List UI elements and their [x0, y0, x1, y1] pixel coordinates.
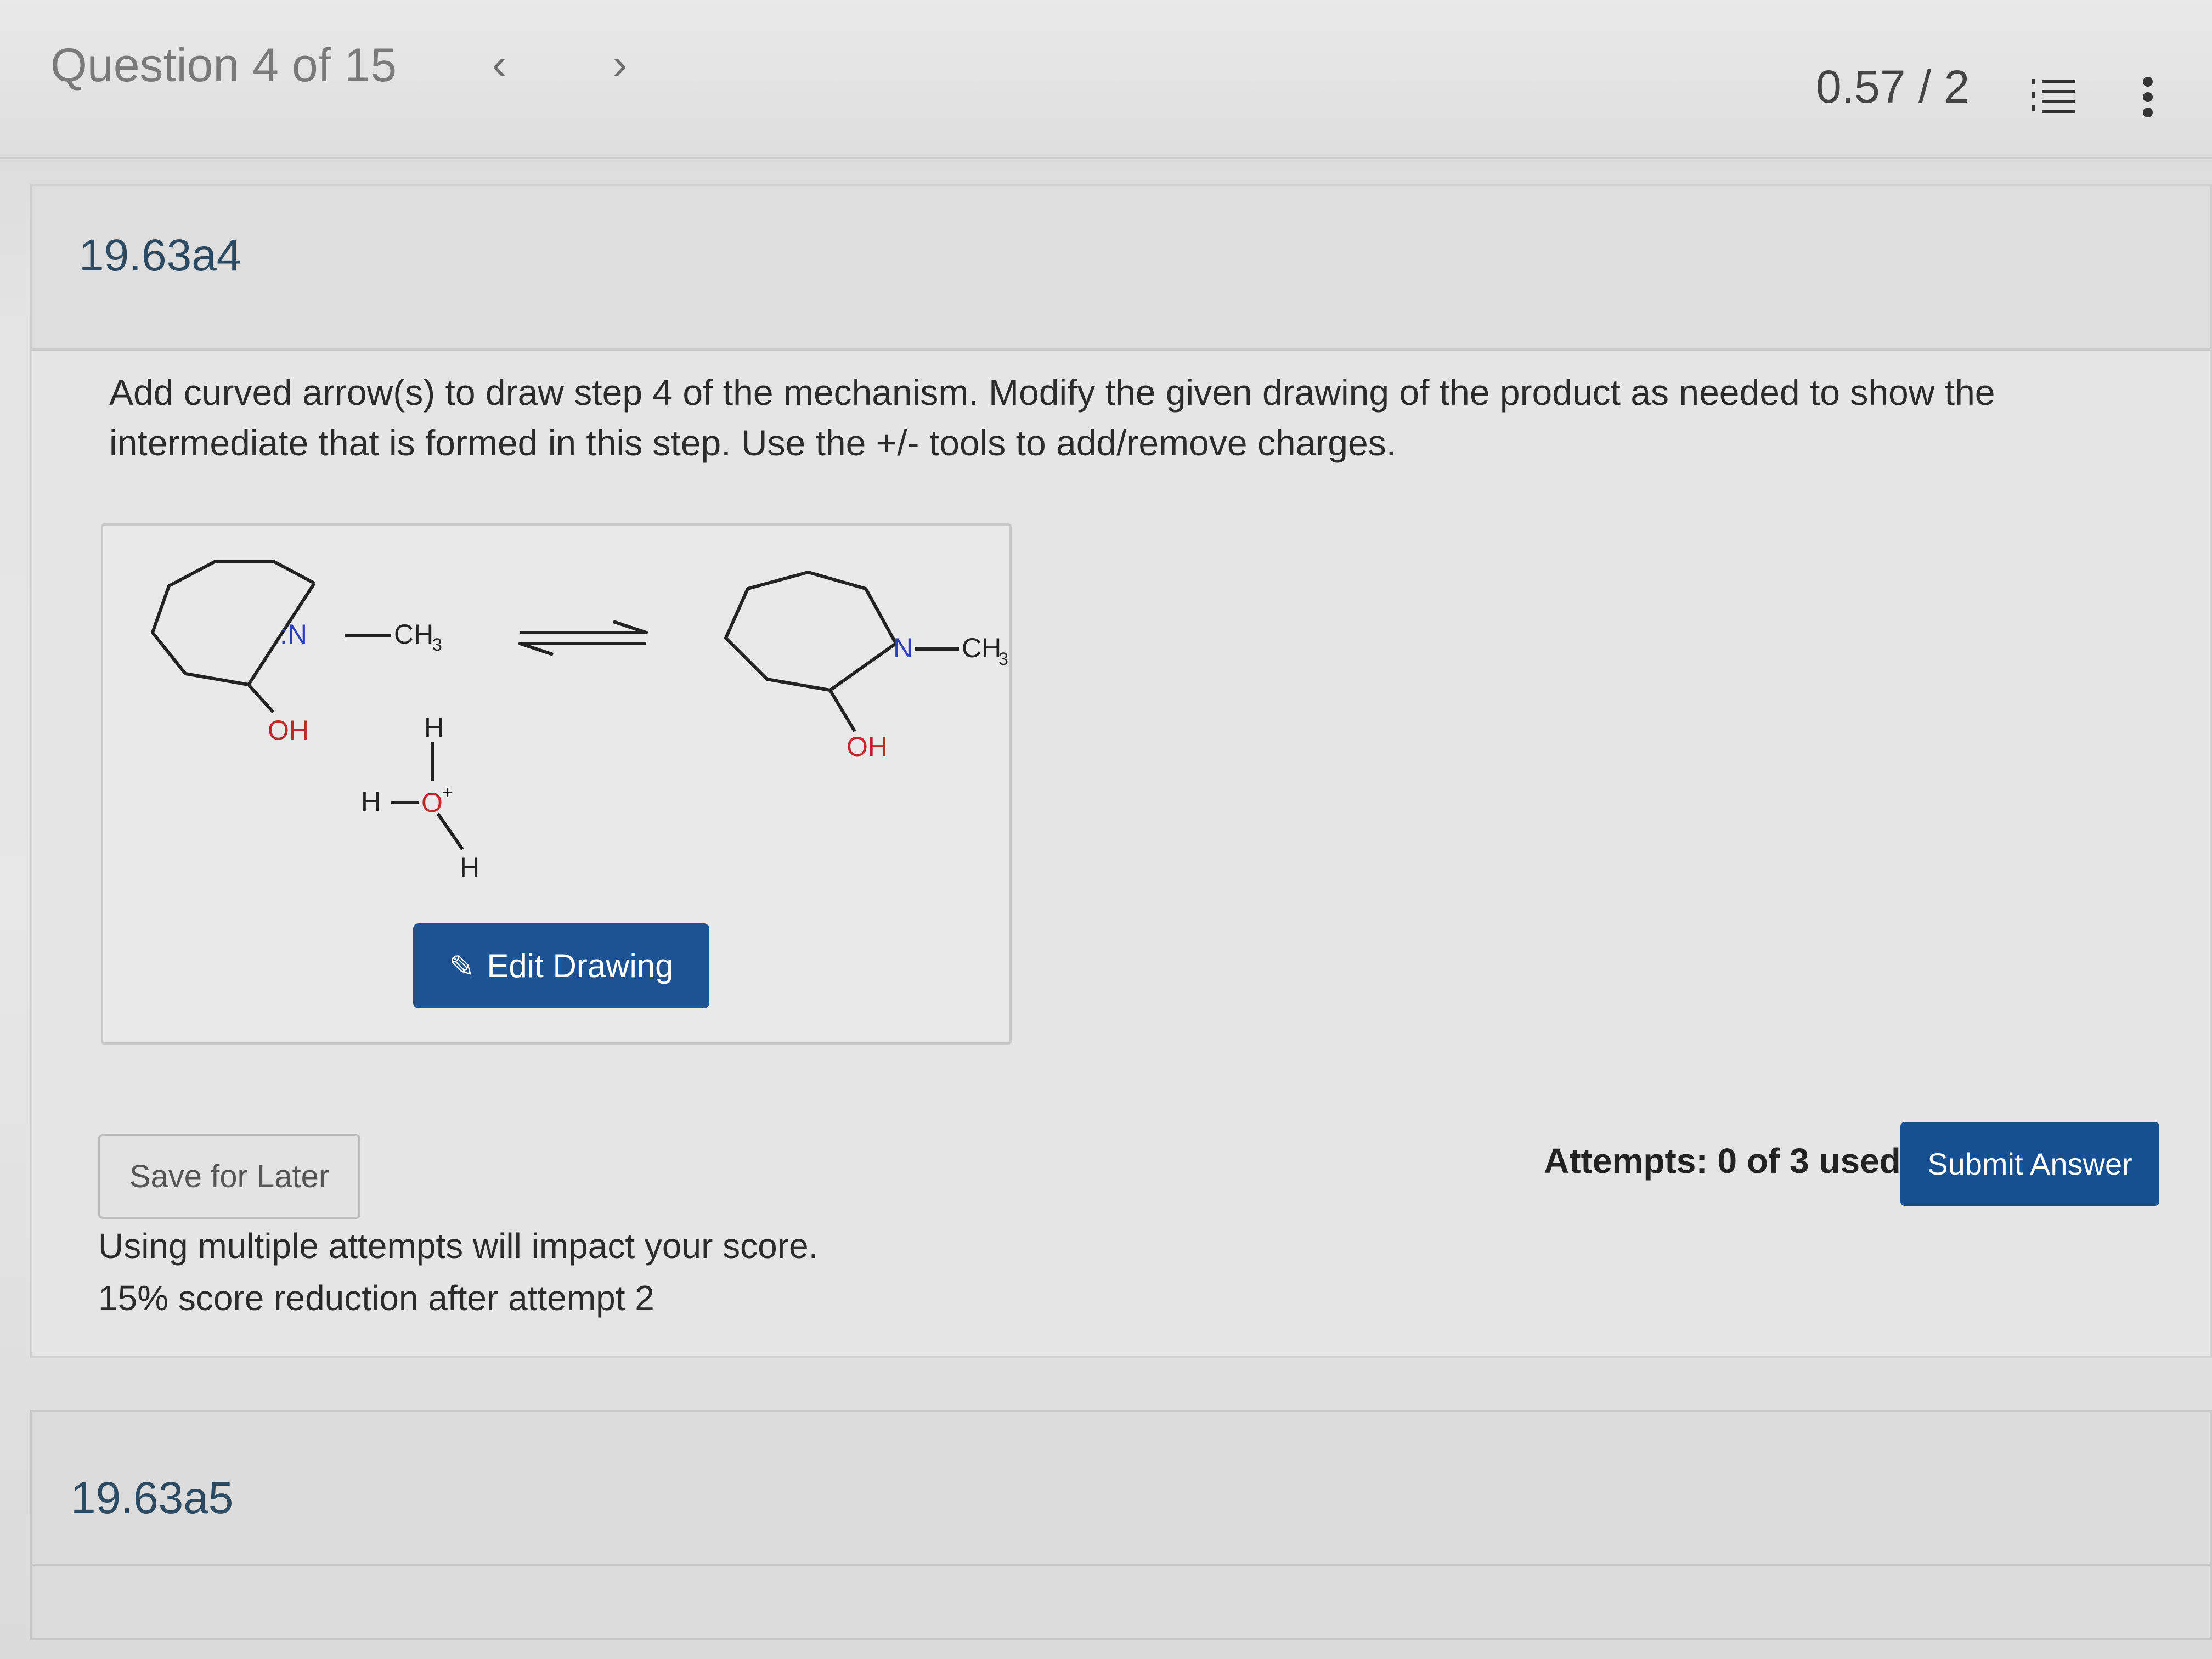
reactant-hydroxyl-label: OH: [268, 715, 309, 746]
numbered-list-icon[interactable]: [2030, 77, 2076, 115]
product-bond-c-oh: [828, 689, 856, 732]
next-question-id: 19.63a5: [71, 1473, 234, 1523]
previous-question-button[interactable]: ‹: [477, 40, 521, 89]
attempts-counter: Attempts: 0 of 3 used: [1544, 1141, 1901, 1181]
score-display: 0.57 / 2: [1816, 61, 1970, 112]
submit-answer-button[interactable]: Submit Answer: [1900, 1122, 2159, 1206]
score-reduction-note: 15% score reduction after attempt 2: [98, 1278, 654, 1318]
equilibrium-arrow-forward: [520, 620, 648, 634]
reactant-nitrogen-label: :N: [280, 619, 307, 650]
next-question-card: 19.63a5: [30, 1410, 2212, 1640]
next-question-button[interactable]: ›: [598, 40, 642, 89]
product-methyl-subscript: 3: [998, 649, 1008, 669]
edit-drawing-label: Edit Drawing: [487, 947, 674, 984]
next-question-header: 19.63a5: [32, 1412, 2210, 1566]
drawing-panel: :N CH 3 OH H H O + H N CH 3 OH ✎ Edit Dra…: [101, 523, 1012, 1045]
pencil-icon: ✎: [449, 949, 475, 984]
water-bond-bottom: [436, 812, 464, 850]
product-ring: [724, 571, 898, 692]
question-id: 19.63a4: [79, 230, 242, 280]
mechanism-drawing: :N CH 3 OH H H O + H N CH 3 OH: [151, 560, 1008, 882]
chevron-right-icon: ›: [612, 40, 628, 88]
more-vertical-icon[interactable]: [2137, 77, 2159, 126]
question-header: 19.63a4: [32, 186, 2210, 351]
attempt-warning: Using multiple attempts will impact your…: [98, 1226, 819, 1266]
water-h-left: H: [361, 786, 381, 817]
water-charge: +: [442, 782, 453, 803]
water-h-top: H: [424, 712, 444, 743]
edit-drawing-button[interactable]: ✎ Edit Drawing: [413, 923, 709, 1008]
save-for-later-button[interactable]: Save for Later: [98, 1134, 360, 1219]
product-methyl-label: CH: [962, 633, 1001, 663]
question-card: 19.63a4 Add curved arrow(s) to draw step…: [30, 184, 2212, 1358]
question-prompt: Add curved arrow(s) to draw step 4 of th…: [109, 372, 1995, 463]
water-oxygen: O: [421, 787, 443, 818]
chevron-left-icon: ‹: [492, 40, 507, 88]
question-progress: Question 4 of 15: [50, 39, 397, 92]
screen: Question 4 of 15 ‹ › 0.57 / 2 19.63a4 Ad…: [0, 0, 2212, 1659]
product-nitrogen-label: N: [893, 633, 913, 663]
reactant-methyl-label: CH: [394, 619, 433, 650]
water-h-bottom: H: [460, 852, 479, 882]
reactant-methyl-subscript: 3: [432, 635, 442, 654]
top-bar: Question 4 of 15 ‹ › 0.57 / 2: [0, 0, 2212, 159]
equilibrium-arrow-reverse: [518, 642, 646, 656]
reactant-bond-c-oh: [247, 683, 275, 714]
product-hydroxyl-label: OH: [847, 731, 888, 762]
